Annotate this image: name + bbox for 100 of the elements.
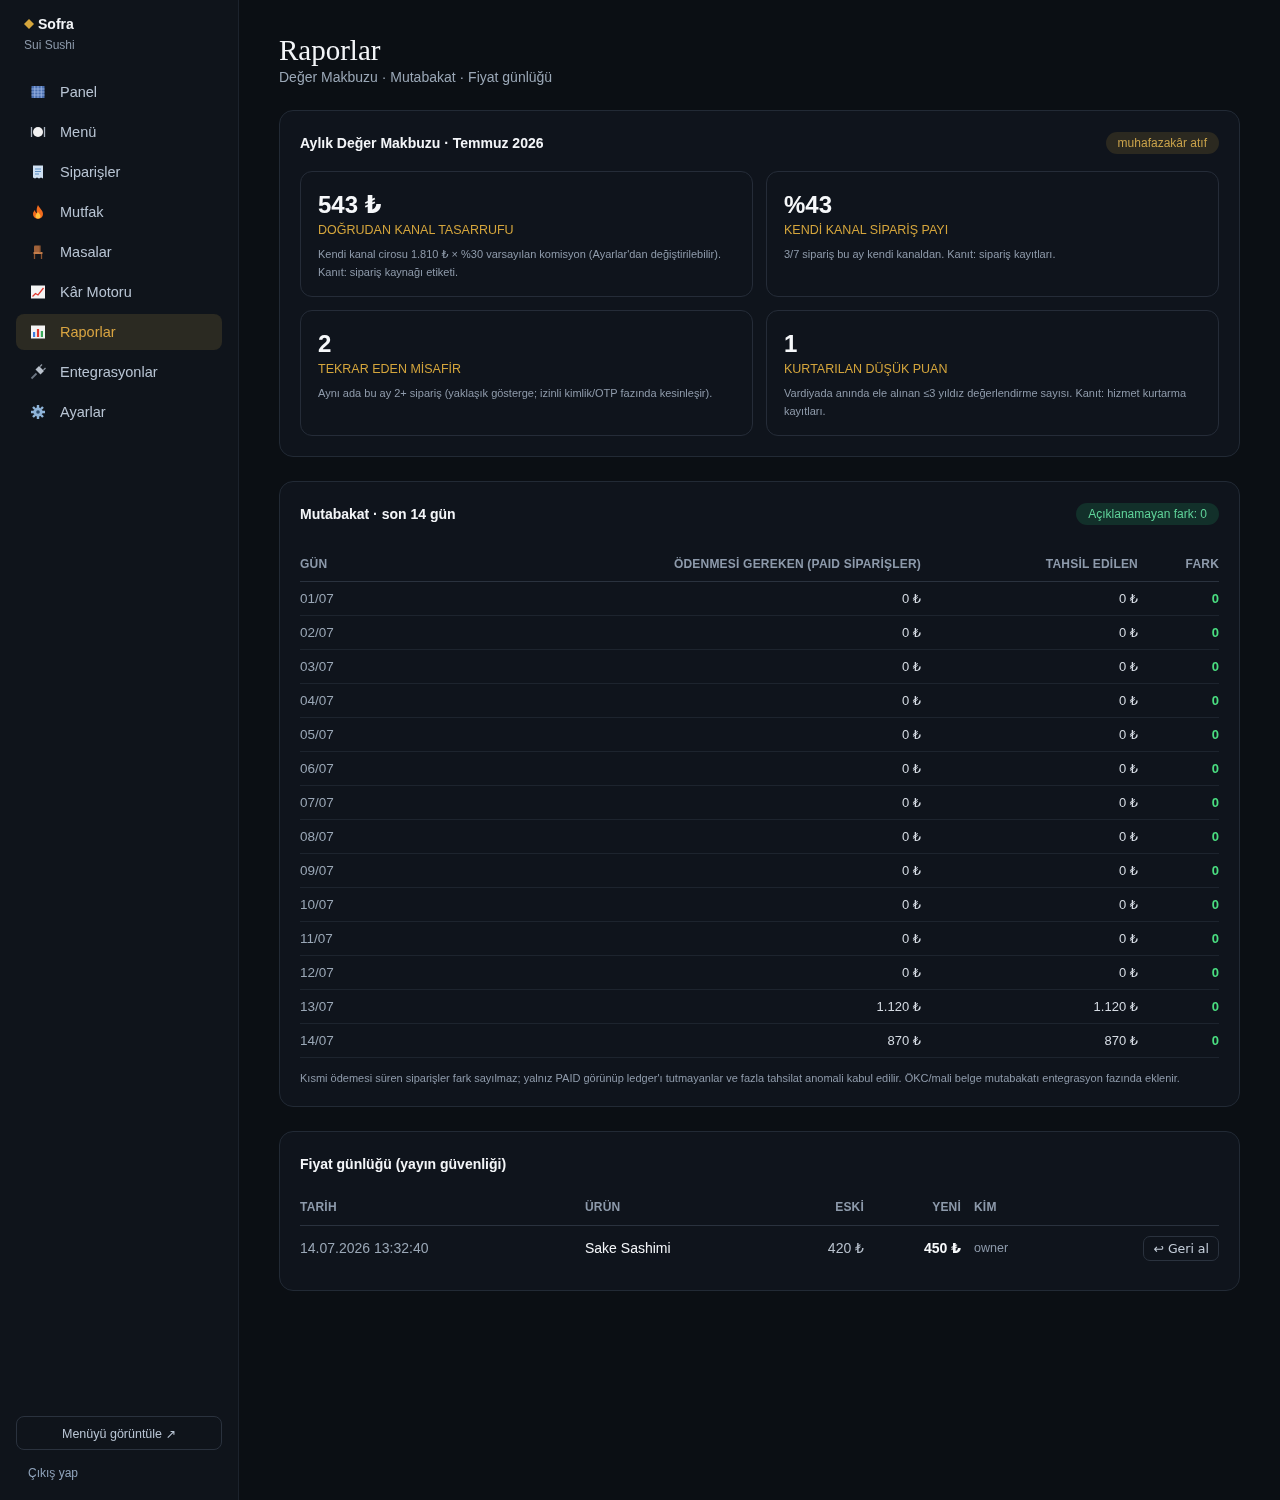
table-cell: 0 <box>1211 727 1219 742</box>
table-cell-text: 03/07 <box>300 659 335 674</box>
metric-description: Aynı ada bu ay 2+ sipariş (yaklaşık gösterge; izinli kimlik/OTP fazında kesinleşir). <box>318 386 714 401</box>
card-title: Mutabakat · son 14 gün <box>300 505 456 522</box>
table-cell: 0 <box>1211 591 1219 606</box>
table-cell: 0 <box>1211 795 1219 810</box>
table-cell: 0 <box>1211 659 1219 674</box>
table-cell: 0 ₺ <box>1118 727 1138 742</box>
sidebar-item[interactable]: Mutfak <box>16 194 222 230</box>
sidebar-item[interactable]: Kâr Motoru <box>16 274 222 310</box>
table-cell: 0 ₺ <box>1118 659 1138 674</box>
column-header: YENİ <box>932 1200 961 1214</box>
plate-icon <box>30 124 46 140</box>
attribution-badge: muhafazakâr atıf <box>1105 131 1219 154</box>
view-menu-button[interactable]: Menüyü görüntüle ↗ <box>16 1416 222 1450</box>
flame-icon <box>30 204 46 220</box>
sidebar-item[interactable]: Masalar <box>16 234 222 270</box>
column-header: GÜN <box>300 557 329 571</box>
line-chart-icon <box>30 284 46 300</box>
table-cell-text: 04/07 <box>300 693 335 708</box>
table-cell-text: 10/07 <box>300 897 335 912</box>
column-header: ÜRÜN <box>585 1200 622 1214</box>
metric-description: Kendi kanal cirosu 1.810 ₺ × %30 varsayılan komisyon (Ayarlar'dan değiştirilebilir). Kanıt: sipariş kaynağı etiketi. <box>318 247 722 280</box>
metric-value: 543 ₺ <box>318 191 383 219</box>
sidebar-item[interactable]: Ayarlar <box>16 394 222 430</box>
settings-icon <box>30 404 46 420</box>
bar-chart-icon <box>30 324 46 340</box>
table-cell: 0 ₺ <box>1118 761 1138 776</box>
table-cell: 0 ₺ <box>1118 693 1138 708</box>
table-cell: 0 <box>1211 1033 1219 1048</box>
table-cell-text: 14.07.2026 13:32:40 <box>300 1240 430 1256</box>
table-cell-text: 09/07 <box>300 863 335 878</box>
page-subtitle: Değer Makbuzu · Mutabakat · Fiyat günlüğü <box>279 69 554 85</box>
diamond-icon <box>24 19 34 29</box>
sidebar-item[interactable]: Panel <box>16 74 222 110</box>
table-cell: 0 <box>1211 693 1219 708</box>
table-cell: 870 ₺ <box>1104 1033 1138 1048</box>
card-title: Aylık Değer Makbuzu · Temmuz 2026 <box>300 134 544 151</box>
table-cell-text: Sake Sashimi <box>585 1240 672 1256</box>
metric-label: KENDİ KANAL SİPARİŞ PAYI <box>784 223 950 237</box>
table-cell: 0 ₺ <box>1118 965 1138 980</box>
plug-icon <box>30 364 46 380</box>
receipt-icon <box>30 164 46 180</box>
table-cell: 0 <box>1211 897 1219 912</box>
table-cell: 0 ₺ <box>901 693 921 708</box>
table-cell: 0 ₺ <box>1118 931 1138 946</box>
metric-label: DOĞRUDAN KANAL TASARRUFU <box>318 223 515 237</box>
table-cell: 0 <box>1211 761 1219 776</box>
table-cell-text: 07/07 <box>300 795 335 810</box>
sidebar-item[interactable]: Raporlar <box>16 314 222 350</box>
table-cell: 0 ₺ <box>1118 829 1138 844</box>
column-header: TARİH <box>300 1200 338 1214</box>
table-cell: 0 ₺ <box>1118 625 1138 640</box>
footnote: Kısmi ödemesi süren siparişler fark sayılmaz; yalnız PAID görünüp ledger'ı tutmayanlar ve fazla tahsilat anomali kabul edilir. ÖKC/mali belge mutabakatı entegrasyon fazında eklenir. <box>300 1071 1181 1086</box>
metric-value: 2 <box>318 330 333 358</box>
table-cell: 0 <box>1211 625 1219 640</box>
column-header: TAHSİL EDİLEN <box>1045 557 1138 571</box>
page-title: Raporlar <box>279 34 382 66</box>
table-cell-text: 12/07 <box>300 965 335 980</box>
difference-badge: Açıklanamayan fark: 0 <box>1076 502 1219 525</box>
metric-label: TEKRAR EDEN MİSAFİR <box>318 362 463 376</box>
metric-description: 3/7 sipariş bu ay kendi kanaldan. Kanıt: sipariş kayıtları. <box>784 247 1057 262</box>
column-header: ESKİ <box>835 1200 864 1214</box>
table-cell-text: 02/07 <box>300 625 335 640</box>
table-cell: 0 ₺ <box>1118 795 1138 810</box>
table-cell-text: 11/07 <box>300 931 334 946</box>
brand-name: Sofra <box>38 16 74 32</box>
table-cell: 0 ₺ <box>901 863 921 878</box>
table-cell: 0 ₺ <box>901 591 921 606</box>
restaurant-name: Sui Sushi <box>24 38 76 52</box>
grid-icon <box>30 84 46 100</box>
table-cell: 0 ₺ <box>901 931 921 946</box>
table-cell: 0 ₺ <box>901 761 921 776</box>
table-cell-text: 06/07 <box>300 761 335 776</box>
table-cell: 0 ₺ <box>901 727 921 742</box>
table-cell: 0 <box>1211 999 1219 1014</box>
column-header: ÖDENMESİ GEREKEN (PAID SİPARİŞLER) <box>673 557 921 571</box>
table-cell: 0 ₺ <box>1118 863 1138 878</box>
metric-description: Vardiyada anında ele alınan ≤3 yıldız değerlendirme sayısı. Kanıt: hizmet kurtarma kayıtları. <box>784 386 1188 419</box>
card-title: Fiyat günlüğü (yayın güvenliği) <box>300 1155 507 1172</box>
table-cell: 420 ₺ <box>827 1240 864 1256</box>
table-cell: 0 <box>1211 863 1219 878</box>
table-cell: 1.120 ₺ <box>1093 999 1138 1014</box>
table-cell-text: 08/07 <box>300 829 335 844</box>
table-cell: 0 <box>1211 965 1219 980</box>
table-cell: 0 ₺ <box>901 625 921 640</box>
table-cell-text: 05/07 <box>300 727 335 742</box>
metric-label: KURTARILAN DÜŞÜK PUAN <box>784 362 949 376</box>
table-cell: 870 ₺ <box>887 1033 921 1048</box>
logout-link[interactable]: Çıkış yap <box>16 1466 78 1480</box>
sidebar-item[interactable]: Menü <box>16 114 222 150</box>
table-cell-text: owner <box>973 1241 1010 1255</box>
table-cell: 0 ₺ <box>1118 591 1138 606</box>
sidebar-item[interactable]: Siparişler <box>16 154 222 190</box>
table-cell: 0 ₺ <box>901 659 921 674</box>
sidebar-item[interactable]: Entegrasyonlar <box>16 354 222 390</box>
column-header: KİM <box>973 1200 998 1214</box>
undo-button[interactable]: ↩ Geri al <box>1143 1235 1219 1261</box>
metric-value: 1 <box>784 330 799 358</box>
table-cell: 0 <box>1211 931 1219 946</box>
